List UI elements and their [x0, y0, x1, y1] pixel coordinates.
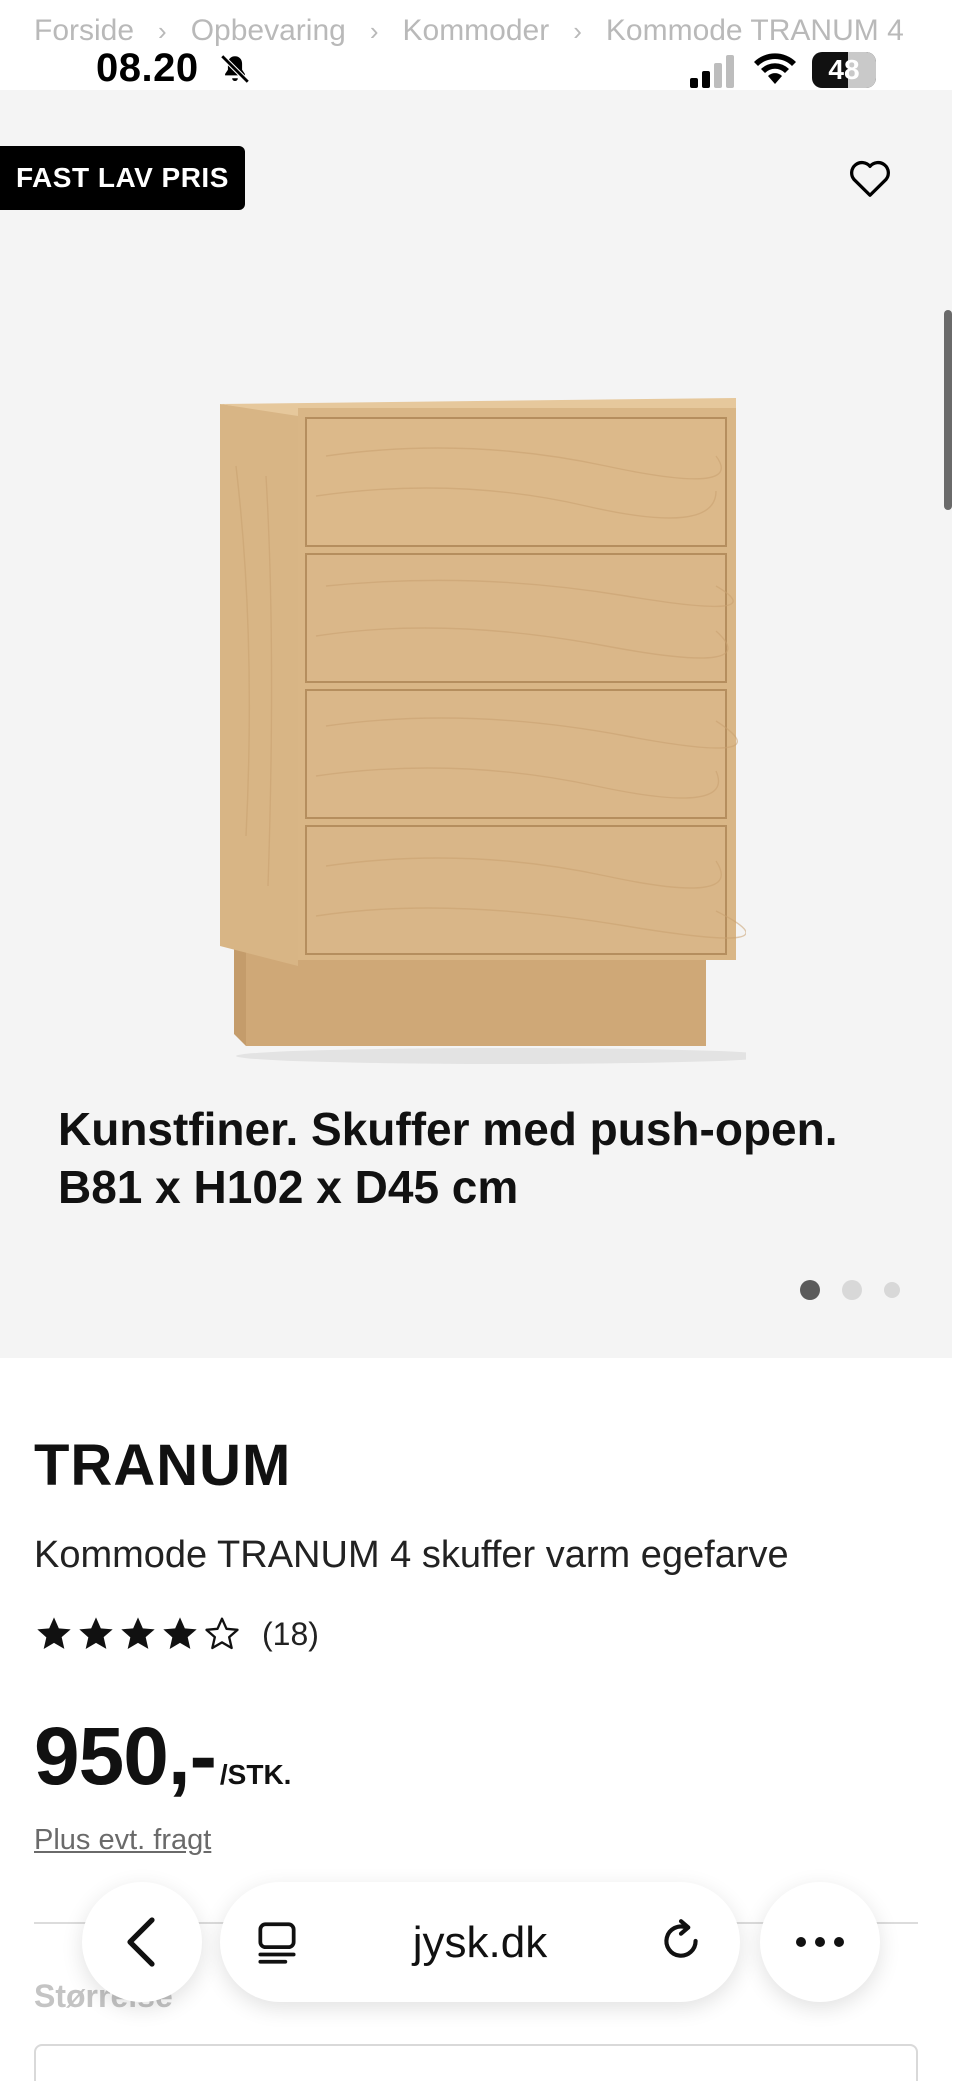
battery-indicator: 48: [812, 52, 876, 88]
star-empty-icon: [205, 1617, 239, 1650]
gallery-dot-3[interactable]: [884, 1282, 900, 1298]
more-options-button[interactable]: [760, 1882, 880, 2002]
star-filled-icon: [37, 1617, 71, 1649]
price-value: 950,-: [34, 1711, 217, 1802]
price-badge: FAST LAV PRIS: [0, 146, 245, 210]
product-price: 950,- /STK.: [34, 1710, 291, 1804]
caption-dimensions: B81 x H102 x D45 cm: [58, 1161, 519, 1213]
wifi-icon: [754, 53, 796, 84]
shipping-link[interactable]: Plus evt. fragt: [34, 1824, 211, 1857]
product-image-dresser: [220, 398, 746, 1064]
star-filled-icon: [121, 1617, 155, 1649]
battery-percent: 48: [828, 54, 860, 85]
product-brand: TRANUM: [34, 1433, 292, 1498]
image-caption: Kunstfiner. Skuffer med push-open. B81 x…: [58, 1100, 918, 1216]
status-time: 08.20: [96, 46, 199, 90]
price-unit: /STK.: [219, 1759, 292, 1790]
signal-icon: [690, 55, 734, 88]
gallery-pagination[interactable]: [800, 1280, 900, 1300]
star-filled-icon: [79, 1617, 113, 1649]
size-select[interactable]: [34, 2044, 918, 2081]
bell-muted-icon: [220, 54, 250, 84]
gallery-dot-2[interactable]: [842, 1280, 862, 1300]
chevron-left-icon: [127, 1917, 155, 1967]
star-filled-icon: [163, 1617, 197, 1649]
caption-features: Kunstfiner. Skuffer med push-open.: [58, 1103, 838, 1155]
reload-icon[interactable]: [656, 1916, 706, 1966]
address-bar[interactable]: jysk.dk: [220, 1882, 740, 2002]
product-rating[interactable]: (18): [34, 1614, 319, 1654]
ellipsis-icon: [796, 1937, 806, 1947]
gallery-dot-1[interactable]: [800, 1280, 820, 1300]
back-button[interactable]: [82, 1882, 202, 2002]
product-image-gallery[interactable]: FAST LAV PRIS Kunstfiner. Skuffer med pu…: [0, 90, 952, 1358]
product-name: Kommode TRANUM 4 skuffer varm egefarve: [34, 1534, 789, 1576]
heart-icon[interactable]: [848, 158, 892, 198]
review-count[interactable]: (18): [262, 1616, 319, 1653]
scrollbar[interactable]: [944, 310, 952, 510]
status-bar: 08.20 48: [0, 0, 960, 90]
